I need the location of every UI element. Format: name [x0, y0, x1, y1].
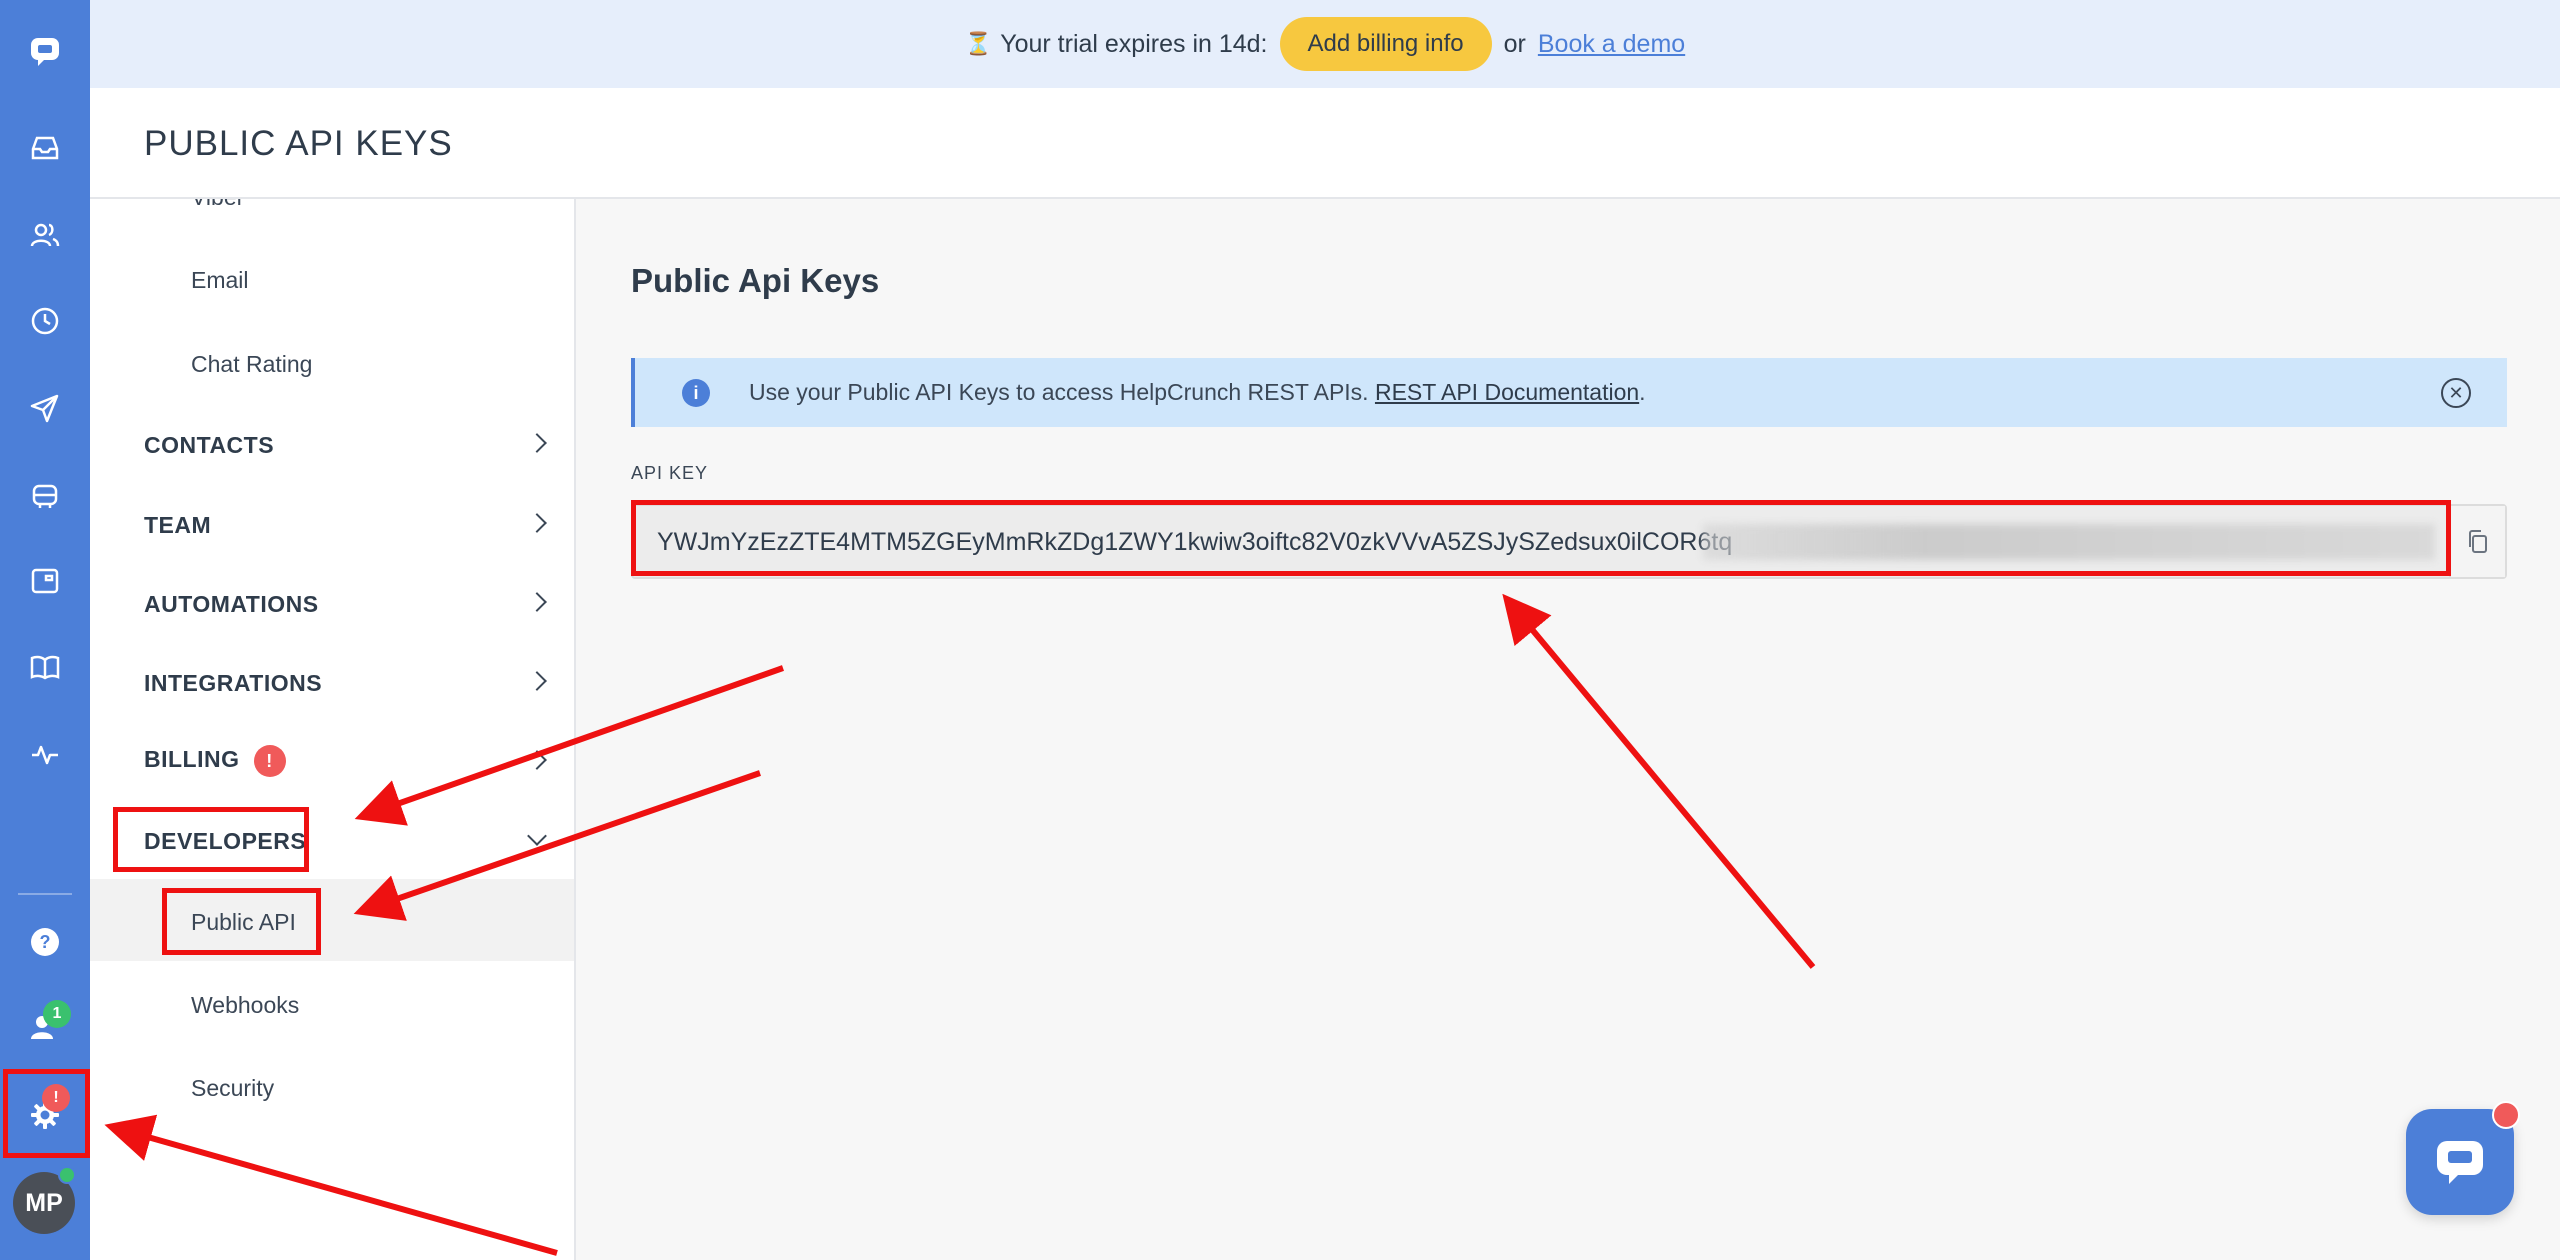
help-icon[interactable]: ?: [0, 907, 90, 977]
bot-icon[interactable]: [0, 460, 90, 530]
info-banner: i Use your Public API Keys to access Hel…: [631, 358, 2507, 427]
trial-or-text: or: [1503, 29, 1526, 58]
chevron-right-icon: [527, 433, 547, 453]
inbox-icon[interactable]: [0, 113, 90, 183]
annotation-box-settings: [3, 1069, 90, 1158]
svg-text:?: ?: [40, 932, 51, 952]
chevron-down-icon: [527, 826, 547, 846]
chevron-right-icon: [527, 592, 547, 612]
team-icon[interactable]: [0, 992, 90, 1062]
rest-api-docs-link[interactable]: REST API Documentation: [1375, 379, 1639, 405]
nav-item-security[interactable]: Security: [191, 1075, 274, 1102]
nav-item-viber[interactable]: Viber: [191, 199, 244, 211]
chevron-right-icon: [527, 750, 547, 770]
activity-icon[interactable]: [0, 719, 90, 789]
nav-section-team[interactable]: TEAM: [144, 512, 211, 539]
add-billing-button[interactable]: Add billing info: [1279, 17, 1492, 71]
chat-notification-dot: [2492, 1101, 2520, 1129]
nav-section-billing[interactable]: BILLING!: [144, 745, 286, 777]
info-text: Use your Public API Keys to access HelpC…: [749, 379, 1646, 406]
rail-divider: [18, 893, 72, 895]
nav-section-contacts[interactable]: CONTACTS: [144, 432, 274, 459]
billing-alert-badge: !: [253, 745, 286, 777]
chevron-right-icon: [527, 513, 547, 533]
annotation-box-developers: [113, 807, 309, 872]
api-key-label: API KEY: [631, 463, 709, 483]
logo-chat-icon[interactable]: [0, 17, 90, 87]
nav-section-integrations[interactable]: INTEGRATIONS: [144, 670, 322, 697]
page-header: PUBLIC API KEYS: [90, 88, 2560, 199]
clock-icon[interactable]: [0, 286, 90, 356]
nav-item-chat-rating[interactable]: Chat Rating: [191, 351, 312, 378]
widget-icon[interactable]: [0, 546, 90, 616]
book-demo-link[interactable]: Book a demo: [1538, 30, 1685, 59]
hourglass-icon: ⏳: [964, 31, 993, 56]
annotation-box-public-api: [162, 888, 321, 955]
online-status-dot: [58, 1166, 76, 1184]
book-icon[interactable]: [0, 632, 90, 702]
nav-item-email[interactable]: Email: [191, 267, 249, 294]
copy-icon[interactable]: [2449, 506, 2505, 577]
billing-label: BILLING: [144, 746, 240, 773]
annotation-box-api-key: [631, 500, 2451, 576]
send-icon[interactable]: [0, 373, 90, 443]
chevron-right-icon: [527, 671, 547, 691]
contacts-icon[interactable]: [0, 200, 90, 270]
page-title: PUBLIC API KEYS: [144, 124, 453, 163]
content-title: Public Api Keys: [631, 262, 880, 299]
trial-banner: ⏳ Your trial expires in 14d: Add billing…: [90, 0, 2560, 88]
close-icon[interactable]: ✕: [2441, 378, 2471, 408]
nav-section-automations[interactable]: AUTOMATIONS: [144, 591, 319, 618]
arrow-to-api-key: [1502, 593, 1816, 969]
team-count-badge: 1: [43, 1000, 71, 1028]
info-icon: i: [682, 379, 710, 407]
nav-item-webhooks[interactable]: Webhooks: [191, 992, 299, 1019]
trial-text: Your trial expires in 14d:: [1000, 29, 1268, 58]
info-suffix: .: [1639, 379, 1646, 405]
settings-nav: Viber Email Chat Rating CONTACTS TEAM AU…: [90, 199, 576, 1260]
info-message: Use your Public API Keys to access HelpC…: [749, 379, 1369, 405]
